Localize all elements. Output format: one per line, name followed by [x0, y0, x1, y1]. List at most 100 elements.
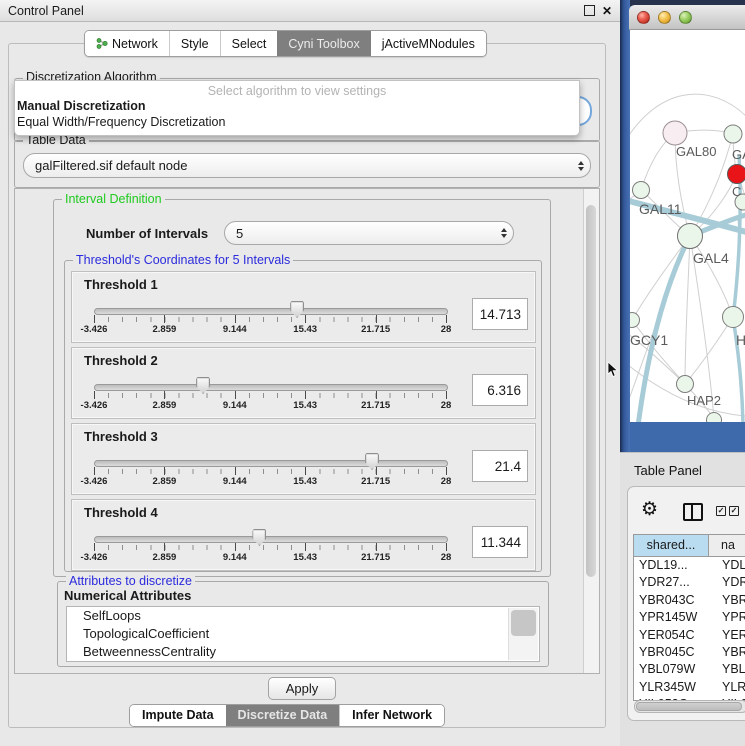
threshold-value-field[interactable]: 21.4 — [472, 450, 528, 482]
thresholds-group: Threshold's Coordinates for 5 Intervals … — [64, 260, 542, 572]
table-cell[interactable]: YBL079W — [634, 661, 709, 678]
table-data-combobox-value: galFiltered.sif default node — [35, 158, 187, 173]
column-header-name[interactable]: na — [709, 535, 745, 556]
tab-impute-data[interactable]: Impute Data — [130, 705, 226, 726]
mouse-cursor-icon — [607, 362, 619, 378]
major-tick — [94, 315, 95, 323]
tab-infer-network[interactable]: Infer Network — [339, 705, 444, 726]
horizontal-scrollbar-thumb[interactable] — [636, 702, 742, 711]
threshold-row: Threshold 4 -3.426 2.859 9.144 15.43 21.… — [71, 499, 536, 571]
table-cell[interactable]: YDR27... — [634, 574, 709, 591]
table-cell[interactable]: YBL0 — [709, 661, 745, 678]
node-label-partial: C — [732, 184, 741, 199]
table-row[interactable]: YLR345W YLR3 — [634, 679, 745, 696]
node-label: GAL11 — [639, 201, 682, 217]
tick-label: 9.144 — [223, 400, 247, 411]
network-canvas[interactable]: GAL80 GA C GAL11 GAL4 GCY1 H HAP2 — [630, 30, 745, 422]
table-row[interactable]: YDL19... YDL1 — [634, 557, 745, 574]
threshold-slider[interactable]: -3.426 2.859 9.144 15.43 21.715 28 — [94, 300, 446, 340]
vertical-scrollbar-thumb[interactable] — [586, 205, 596, 577]
apply-button[interactable]: Apply — [268, 677, 336, 700]
table-row[interactable]: YBR045C YBR0 — [634, 644, 745, 661]
threshold-slider[interactable]: -3.426 2.859 9.144 15.43 21.715 28 — [94, 528, 446, 568]
table-cell[interactable]: YBR0 — [709, 644, 745, 661]
table-cell[interactable]: YBR045C — [634, 644, 709, 661]
slider-track[interactable] — [94, 308, 448, 315]
node-gal4[interactable] — [678, 224, 703, 249]
node[interactable] — [724, 125, 742, 143]
node-selected-red[interactable] — [728, 165, 745, 184]
threshold-label: Threshold 2 — [84, 353, 158, 368]
tab-discretize-data[interactable]: Discretize Data — [226, 705, 340, 726]
table-row[interactable]: YBL079W YBL0 — [634, 661, 745, 678]
threshold-slider[interactable]: -3.426 2.859 9.144 15.43 21.715 28 — [94, 452, 446, 492]
minimize-traffic-light-icon[interactable] — [658, 11, 671, 24]
table-cell[interactable]: YPR145W — [634, 609, 709, 626]
number-of-intervals-combobox[interactable]: 5 — [224, 221, 514, 245]
threshold-value-field[interactable]: 14.713 — [472, 298, 528, 330]
numerical-attributes-list[interactable]: SelfLoopsTopologicalCoefficientBetweenne… — [66, 606, 540, 662]
list-scrollbar-thumb[interactable] — [511, 610, 536, 636]
tab-select[interactable]: Select — [220, 31, 278, 56]
float-window-icon[interactable] — [584, 5, 595, 16]
table-row[interactable]: YDR27... YDR2 — [634, 574, 745, 591]
popup-option-equal-width[interactable]: Equal Width/Frequency Discretization — [15, 114, 579, 130]
tab-network[interactable]: Network — [85, 31, 169, 56]
column-header-shared-name[interactable]: shared... — [634, 535, 709, 556]
major-tick — [305, 467, 306, 475]
checkbox-checked-icon[interactable] — [716, 506, 726, 516]
table-cell[interactable]: YLR345W — [634, 679, 709, 696]
list-scrollbar[interactable] — [508, 608, 538, 660]
horizontal-scrollbar[interactable] — [634, 700, 745, 713]
tab-jactivemnodules[interactable]: jActiveMNodules — [371, 31, 486, 56]
table-cell[interactable]: YBR0 — [709, 592, 745, 609]
slider-track[interactable] — [94, 536, 448, 543]
popup-option-manual[interactable]: Manual Discretization — [15, 98, 579, 114]
table-cell[interactable]: YDR2 — [709, 574, 745, 591]
table-cell[interactable]: YER0 — [709, 627, 745, 644]
close-traffic-light-icon[interactable] — [637, 11, 650, 24]
threshold-slider[interactable]: -3.426 2.859 9.144 15.43 21.715 28 — [94, 376, 446, 416]
node-gal80[interactable] — [663, 121, 687, 145]
node-hap2[interactable] — [677, 376, 694, 393]
table-row[interactable]: YER054C YER0 — [634, 627, 745, 644]
threshold-value-field[interactable]: 6.316 — [472, 374, 528, 406]
tab-style[interactable]: Style — [169, 31, 220, 56]
slider-thumb[interactable] — [196, 377, 210, 394]
node[interactable] — [723, 307, 744, 328]
slider-track[interactable] — [94, 460, 448, 467]
close-icon[interactable]: ✕ — [602, 6, 612, 16]
table-cell[interactable]: YLR3 — [709, 679, 745, 696]
major-tick — [164, 543, 165, 551]
slider-track[interactable] — [94, 384, 448, 391]
threshold-value-field[interactable]: 11.344 — [472, 526, 528, 558]
node-gal11[interactable] — [633, 182, 650, 199]
tab-cyni-toolbox[interactable]: Cyni Toolbox — [277, 31, 370, 56]
slider-thumb[interactable] — [252, 529, 266, 546]
table-panel: Table Panel ⚙ shared... na YDL19... YDL1… — [620, 452, 745, 746]
slider-thumb[interactable] — [365, 453, 379, 470]
node-gcy1[interactable] — [630, 313, 640, 328]
list-item[interactable]: SelfLoops — [67, 607, 539, 625]
network-window-titlebar[interactable] — [629, 5, 745, 30]
list-item[interactable]: TopologicalCoefficient — [67, 625, 539, 643]
table-cell[interactable]: YPR1 — [709, 609, 745, 626]
table-cell[interactable]: YER054C — [634, 627, 709, 644]
zoom-traffic-light-icon[interactable] — [679, 11, 692, 24]
slider-thumb[interactable] — [290, 301, 304, 318]
tick-label: 15.43 — [293, 400, 317, 411]
table-cell[interactable]: YDL1 — [709, 557, 745, 574]
table-cell[interactable]: YBR043C — [634, 592, 709, 609]
combobox-spinner-icon — [578, 161, 584, 171]
checkbox-checked-icon[interactable] — [729, 506, 739, 516]
table-data-combobox[interactable]: galFiltered.sif default node — [23, 153, 591, 178]
vertical-scrollbar[interactable] — [583, 189, 599, 673]
gear-icon[interactable]: ⚙ — [641, 500, 658, 519]
node[interactable] — [707, 413, 722, 423]
table-cell[interactable]: YDL19... — [634, 557, 709, 574]
table-row[interactable]: YPR145W YPR1 — [634, 609, 745, 626]
split-columns-icon[interactable] — [683, 503, 703, 521]
slider-ticks — [94, 469, 447, 474]
table-row[interactable]: YBR043C YBR0 — [634, 592, 745, 609]
list-item[interactable]: BetweennessCentrality — [67, 643, 539, 661]
